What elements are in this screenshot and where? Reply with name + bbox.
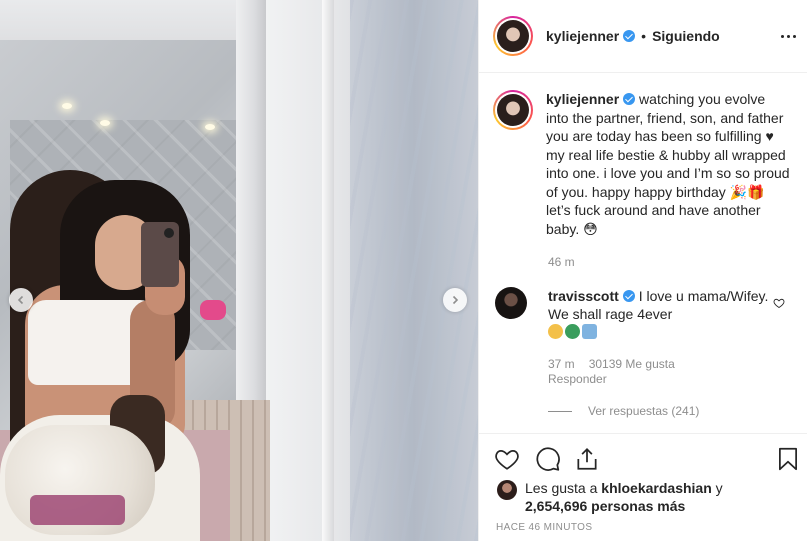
author-username[interactable]: kyliejenner [546,28,619,44]
post-details-panel: kyliejenner • Siguiendo kyliejenner watc… [478,0,807,541]
photo-pink-figurine [200,300,226,320]
photo-wall-edge [322,0,334,541]
photo-fur-pattern [30,495,125,525]
share-icon[interactable] [574,446,600,472]
likes-prefix: Les gusta a [525,480,598,496]
liker-username[interactable]: khloekardashian [601,480,712,496]
post-actions-bar [479,433,807,483]
next-photo-button[interactable] [443,288,467,312]
photo-phone-camera [164,228,174,238]
chevron-left-icon [17,295,24,305]
view-replies-label: Ver respuestas (241) [588,404,700,418]
photo-ceiling-light [205,124,215,130]
commenter-username[interactable]: travisscott [548,288,619,304]
more-options-icon [780,34,784,38]
caption-text-block: kyliejenner watching you evolve into the… [546,90,791,238]
caption-author-avatar[interactable] [493,90,533,130]
comment-timestamp[interactable]: 37 m [548,357,575,371]
heart-icon[interactable] [494,446,520,472]
likes-text: Les gusta a khloekardashian y 2,654,696 … [525,479,723,515]
caption-text: watching you evolve into the partner, fr… [546,91,790,237]
post-photo[interactable] [0,0,478,541]
caption-timestamp[interactable]: 46 m [548,255,575,269]
likes-others-count[interactable]: 2,654,696 personas más [525,498,685,514]
chevron-right-icon [452,295,459,305]
separator-dot: • [641,28,647,44]
verified-badge-icon [623,30,636,42]
wedding-emoji-icon [582,324,597,339]
comment-like-heart-icon[interactable] [773,297,785,309]
commenter-avatar[interactable] [495,287,527,319]
likes-summary: Les gusta a khloekardashian y 2,654,696 … [497,479,797,515]
comment-item: travisscott I love u mama/Wifey. We shal… [495,287,800,341]
comment-text-block: travisscott I love u mama/Wifey. We shal… [548,287,773,341]
reply-button[interactable]: Responder [548,372,607,386]
comment-meta: 37 m 30139 Me gusta Responder [548,357,689,387]
post-timestamp[interactable]: HACE 46 MINUTOS [496,522,592,533]
author-avatar[interactable] [493,16,533,56]
comment-like-count[interactable]: 30139 Me gusta [589,357,675,371]
bookmark-icon[interactable] [775,446,801,472]
previous-photo-button[interactable] [9,288,33,312]
photo-ceiling-light [62,103,72,109]
verified-badge-icon [623,93,636,105]
verified-badge-icon [622,290,635,302]
screaming-face-emoji-icon [548,324,563,339]
more-options-button[interactable] [778,28,798,44]
post-caption: kyliejenner watching you evolve into the… [493,90,798,238]
view-replies-button[interactable]: Ver respuestas (241) [548,404,699,418]
photo-ceiling-light [100,120,110,126]
replies-divider [548,410,572,412]
liker-avatar[interactable] [497,480,517,500]
photo-textured-wall [350,0,478,541]
green-circle-emoji-icon [565,324,580,339]
following-button[interactable]: Siguiendo [652,28,720,44]
likes-conjunction: y [715,480,723,496]
caption-author-username[interactable]: kyliejenner [546,91,619,107]
comment-icon[interactable] [535,446,561,472]
post-header: kyliejenner • Siguiendo [479,0,807,73]
